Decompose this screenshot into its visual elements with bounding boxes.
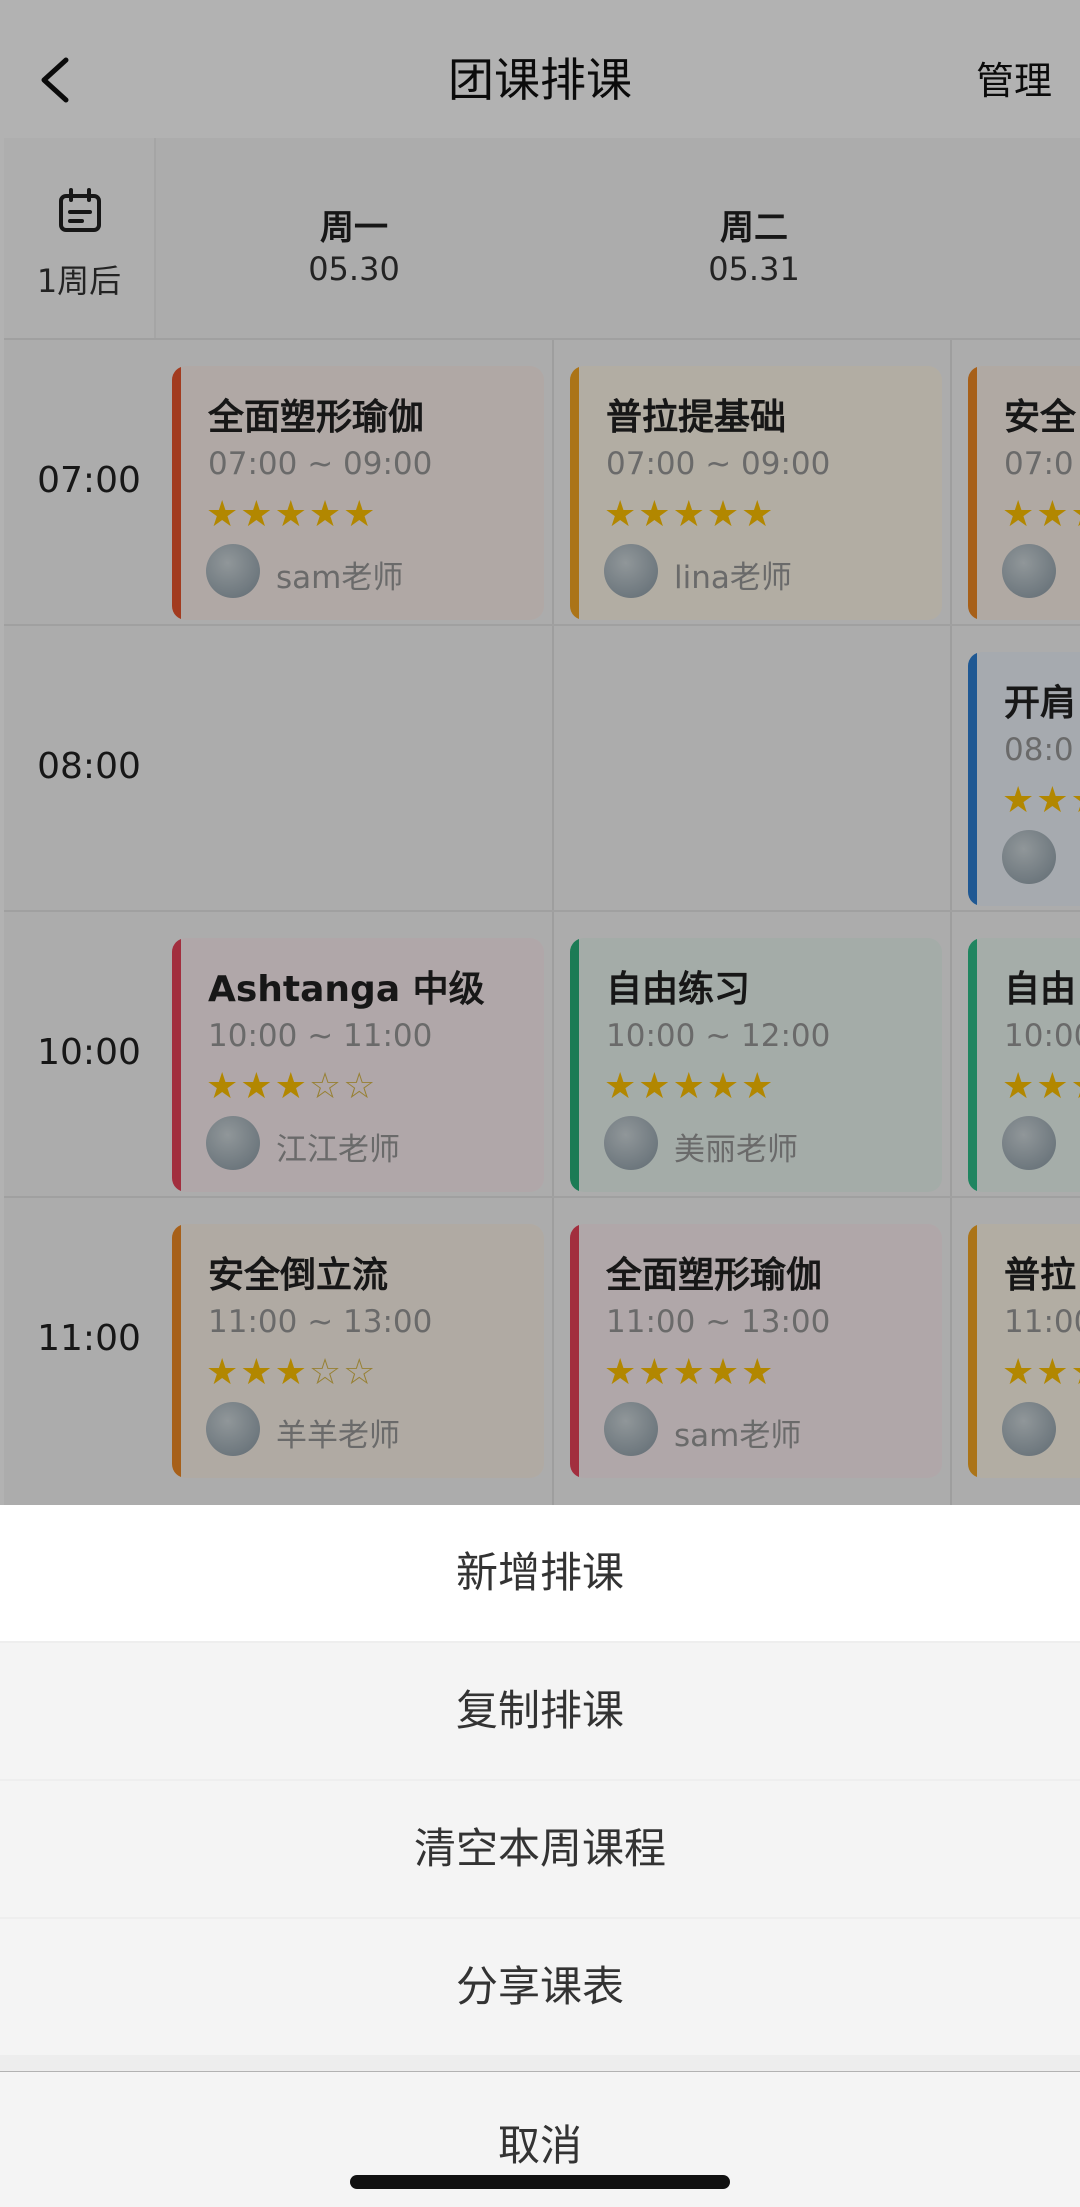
sheet-gap bbox=[0, 2055, 1080, 2071]
clear-week-button[interactable]: 清空本周课程 bbox=[0, 1781, 1080, 1917]
share-schedule-button[interactable]: 分享课表 bbox=[0, 1919, 1080, 2055]
home-indicator bbox=[350, 2175, 730, 2189]
cancel-label: 取消 bbox=[497, 2121, 582, 2170]
add-schedule-button[interactable]: 新增排课 bbox=[0, 1505, 1080, 1641]
copy-schedule-button[interactable]: 复制排课 bbox=[0, 1643, 1080, 1779]
app-screen: 团课排课 管理 1周后 周一 05.30 周二 05.31 07:00 08:0… bbox=[0, 0, 1080, 2207]
